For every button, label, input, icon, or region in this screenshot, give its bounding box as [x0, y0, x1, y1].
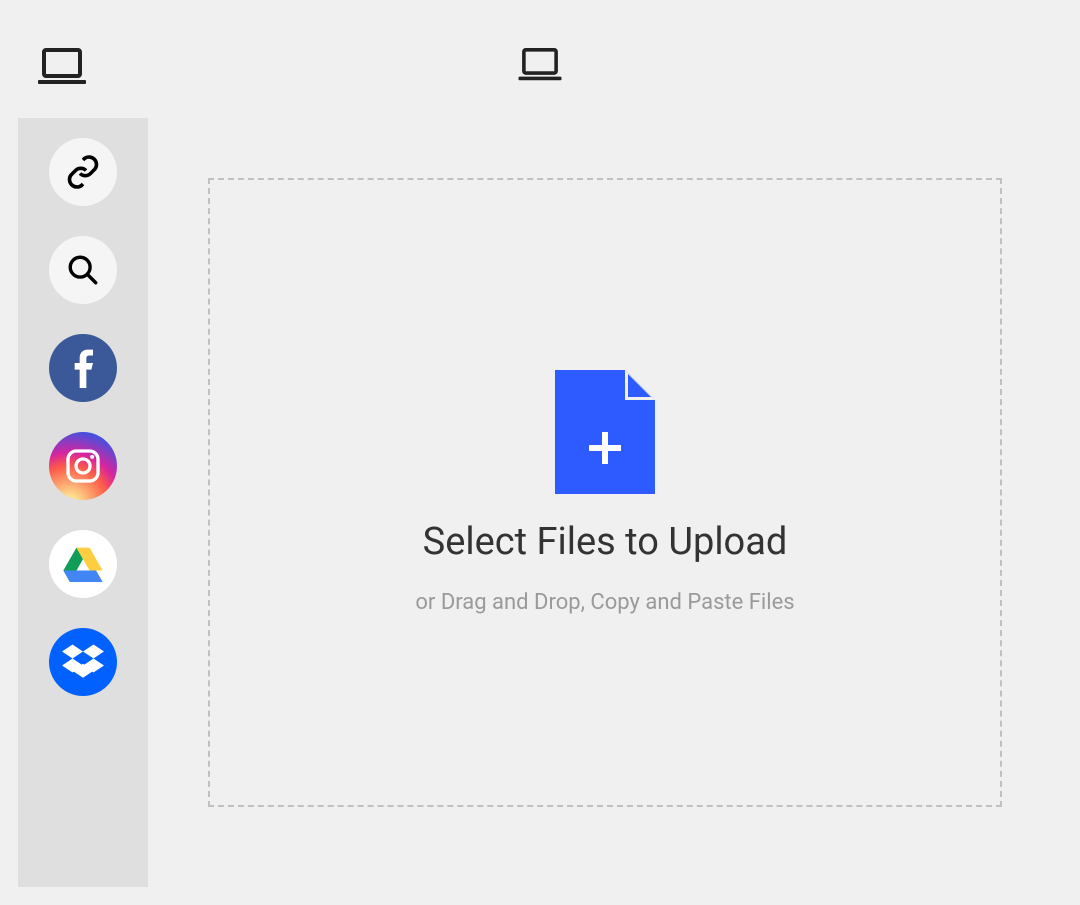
sidebar-item-instagram[interactable] — [49, 432, 117, 500]
body: Select Files to Upload or Drag and Drop,… — [18, 118, 1062, 887]
upload-dropzone[interactable]: Select Files to Upload or Drag and Drop,… — [208, 178, 1002, 807]
dropzone-title: Select Files to Upload — [423, 520, 788, 564]
search-icon — [66, 253, 100, 287]
laptop-icon[interactable] — [518, 48, 562, 82]
sidebar-item-google-drive[interactable] — [49, 530, 117, 598]
main-area: Select Files to Upload or Drag and Drop,… — [148, 118, 1062, 887]
facebook-icon — [73, 348, 93, 388]
sidebar-item-link[interactable] — [49, 138, 117, 206]
sidebar-item-dropbox[interactable] — [49, 628, 117, 696]
sidebar-item-search[interactable] — [49, 236, 117, 304]
upload-dialog: Select Files to Upload or Drag and Drop,… — [0, 0, 1080, 905]
dropbox-icon — [62, 643, 104, 681]
laptop-icon[interactable] — [38, 48, 86, 86]
dropzone-subtitle: or Drag and Drop, Copy and Paste Files — [415, 590, 794, 615]
source-sidebar — [18, 118, 148, 887]
sidebar-item-facebook[interactable] — [49, 334, 117, 402]
file-plus-icon — [555, 370, 655, 494]
google-drive-icon — [63, 546, 103, 582]
header — [18, 18, 1062, 118]
link-icon — [65, 154, 101, 190]
instagram-icon — [63, 446, 103, 486]
